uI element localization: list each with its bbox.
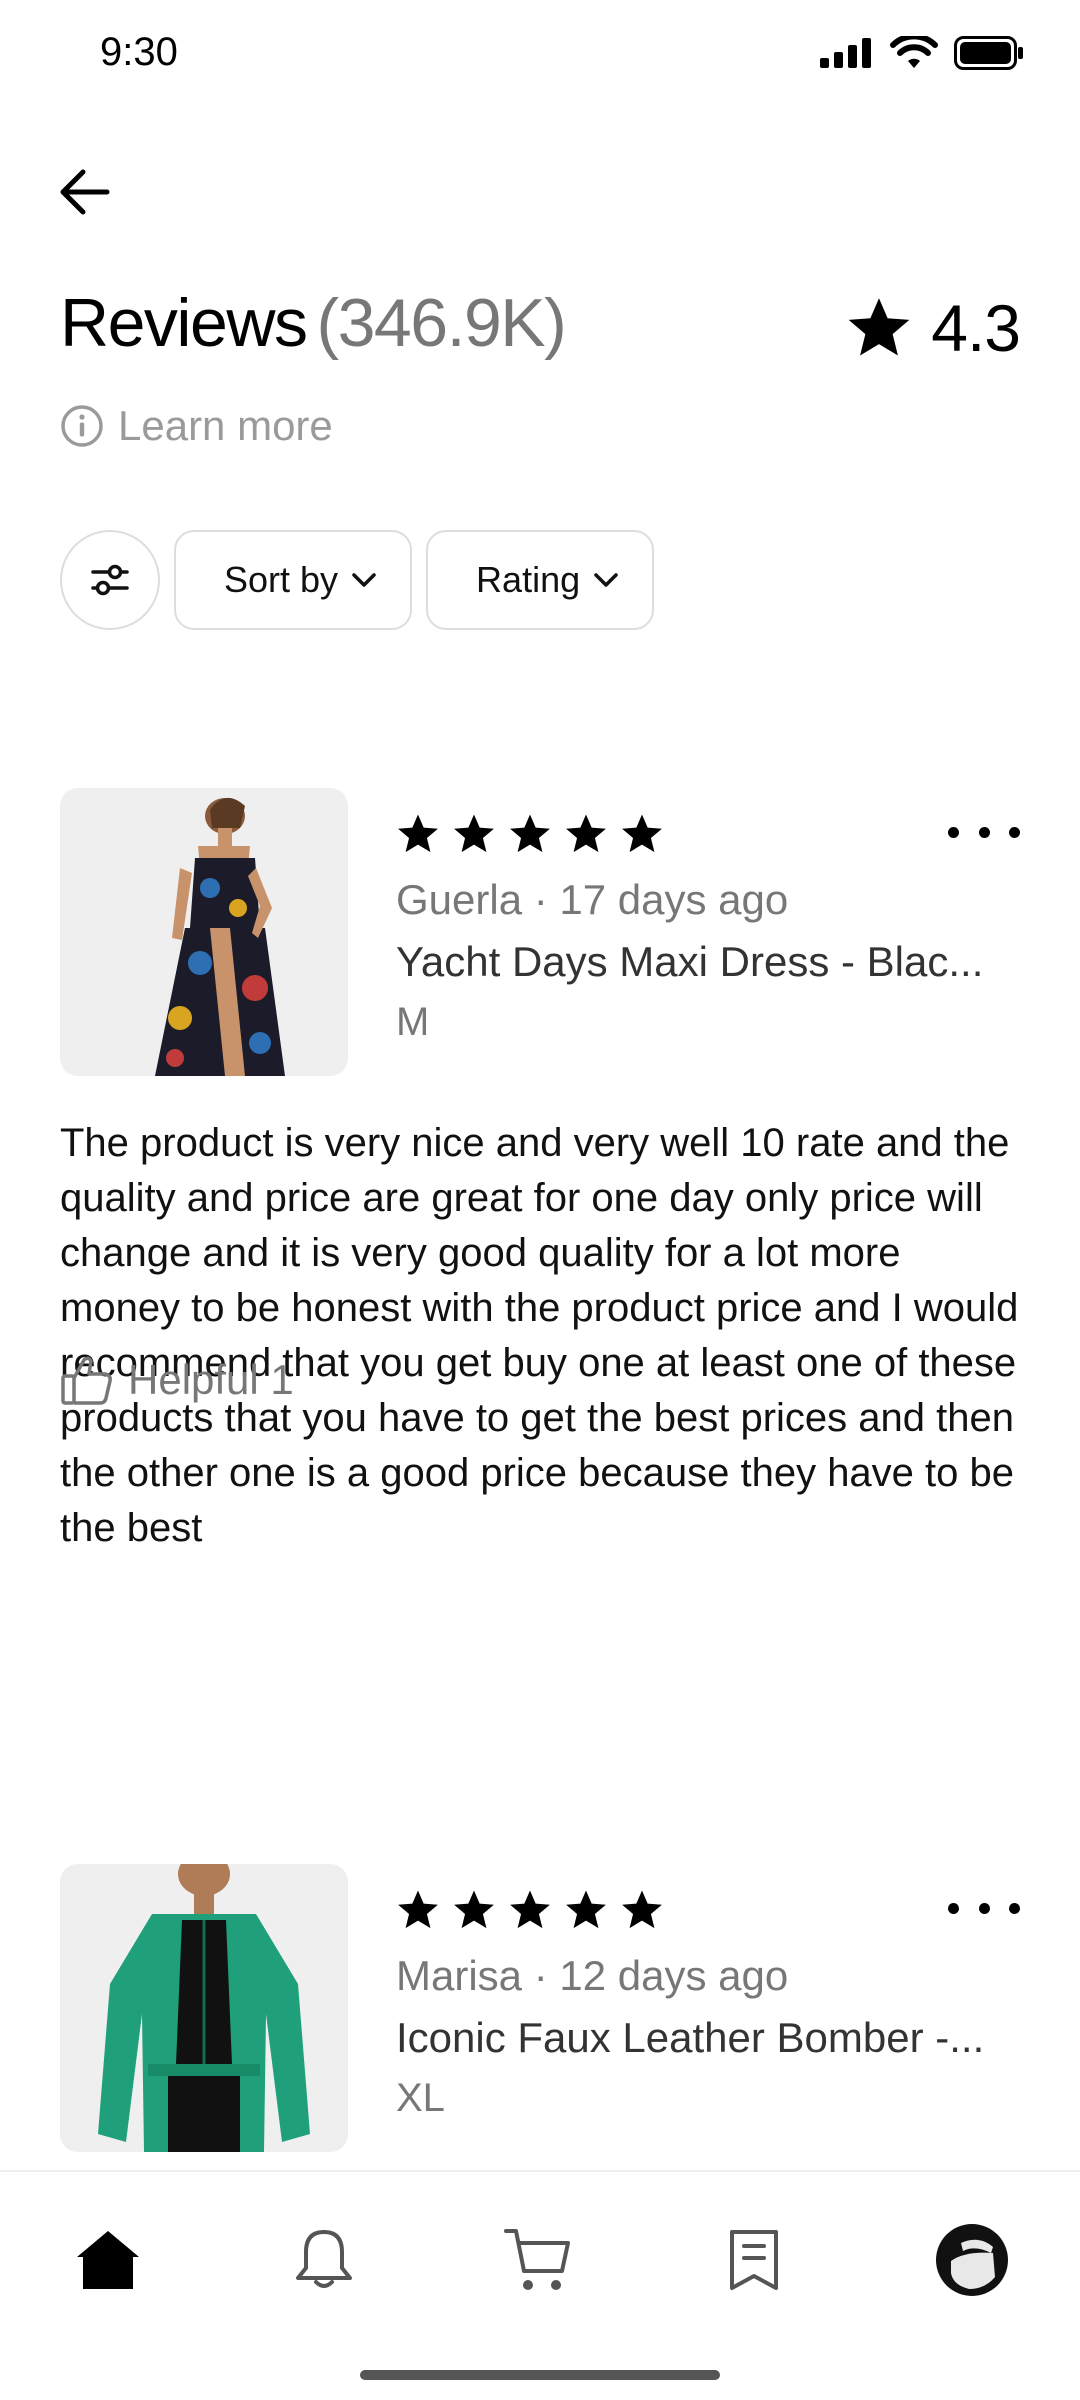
review-count: (346.9K): [316, 285, 566, 361]
nav-home[interactable]: [68, 2220, 148, 2300]
sliders-icon: [91, 564, 129, 596]
home-indicator[interactable]: [360, 2370, 720, 2380]
nav-profile[interactable]: [932, 2220, 1012, 2300]
rating-dropdown[interactable]: Rating: [426, 530, 655, 630]
sort-by-dropdown[interactable]: Sort by: [174, 530, 413, 630]
filter-bar: Sort by Rating: [60, 530, 655, 630]
info-icon: [61, 405, 103, 447]
product-image[interactable]: [60, 1864, 348, 2152]
learn-more-label: Learn more: [118, 402, 333, 449]
review-meta: Marisa · 12 days ago Iconic Faux Leather…: [396, 1888, 1020, 2121]
star-icon: [510, 814, 550, 853]
helpful-button[interactable]: Helpful 1: [60, 1354, 294, 1406]
wifi-icon: [890, 36, 938, 68]
status-icons: [820, 36, 1024, 70]
arrow-left-icon: [60, 169, 110, 215]
back-button[interactable]: [52, 160, 116, 224]
dot: [978, 1902, 990, 1914]
product-size: XL: [396, 2076, 445, 2120]
jacket-photo: [60, 1864, 348, 2152]
star-rating: [396, 812, 1020, 856]
star-icon: [454, 814, 494, 853]
reviewer-info: Marisa · 12 days ago: [396, 1952, 789, 1999]
star-icon: [848, 298, 910, 356]
signal-icon: [820, 38, 871, 68]
product-name[interactable]: Yacht Days Maxi Dress - Blac...: [396, 938, 1020, 986]
helpful-count: Helpful 1: [128, 1356, 294, 1403]
dot: [948, 826, 959, 838]
review-text: The product is very nice and very well 1…: [60, 1121, 1019, 1550]
star-rating: [396, 1888, 1020, 1932]
rating-filter-label: Rating: [476, 559, 581, 600]
more-options-button[interactable]: [948, 812, 1020, 852]
nav-notifications[interactable]: [284, 2220, 364, 2300]
home-icon: [77, 2231, 139, 2289]
star-icon: [398, 814, 438, 853]
status-time: 9:30: [100, 30, 178, 74]
dress-photo: [60, 788, 348, 1076]
nav-orders[interactable]: [714, 2220, 794, 2300]
product-size: M: [396, 1000, 430, 1044]
chevron-down-icon: [594, 573, 618, 587]
reviewer-info: Guerla · 17 days ago: [396, 876, 789, 923]
bell-icon: [296, 2230, 352, 2288]
review-card: Marisa · 12 days ago Iconic Faux Leather…: [60, 1864, 1020, 2164]
star-icon: [566, 1890, 606, 1929]
reviews-header: Reviews (346.9K) 4.3: [60, 284, 1021, 380]
star-icon: [622, 814, 662, 853]
nav-cart[interactable]: [498, 2220, 578, 2300]
star-icon: [566, 814, 606, 853]
review-card: Guerla · 17 days ago Yacht Days Maxi Dre…: [60, 788, 1020, 1550]
star-icon: [454, 1890, 494, 1929]
sort-by-label: Sort by: [224, 559, 339, 600]
review-meta: Guerla · 17 days ago Yacht Days Maxi Dre…: [396, 812, 1020, 1045]
receipt-icon: [730, 2230, 778, 2290]
star-icon: [622, 1890, 662, 1929]
dot: [1009, 1902, 1020, 1914]
status-bar: 9:30: [0, 0, 1080, 110]
dot: [978, 826, 990, 838]
learn-more-link[interactable]: Learn more: [60, 402, 333, 450]
bottom-nav: [0, 2170, 1080, 2400]
title-text: Reviews: [60, 285, 308, 361]
star-icon: [398, 1890, 438, 1929]
dot: [1009, 826, 1020, 838]
rating-value: 4.3: [931, 291, 1021, 365]
average-rating: 4.3: [845, 290, 1021, 366]
chevron-down-icon: [352, 573, 376, 587]
cart-icon: [504, 2229, 570, 2290]
page-title: Reviews (346.9K): [60, 284, 567, 362]
filter-settings-button[interactable]: [60, 530, 160, 630]
battery-icon: [954, 36, 1023, 70]
product-name[interactable]: Iconic Faux Leather Bomber -...: [396, 2014, 1020, 2062]
more-options-button[interactable]: [948, 1888, 1020, 1928]
dot: [948, 1902, 959, 1914]
star-icon: [510, 1890, 550, 1929]
avatar: [936, 2224, 1008, 2296]
thumbs-up-icon: [61, 1356, 112, 1405]
product-image[interactable]: [60, 788, 348, 1076]
